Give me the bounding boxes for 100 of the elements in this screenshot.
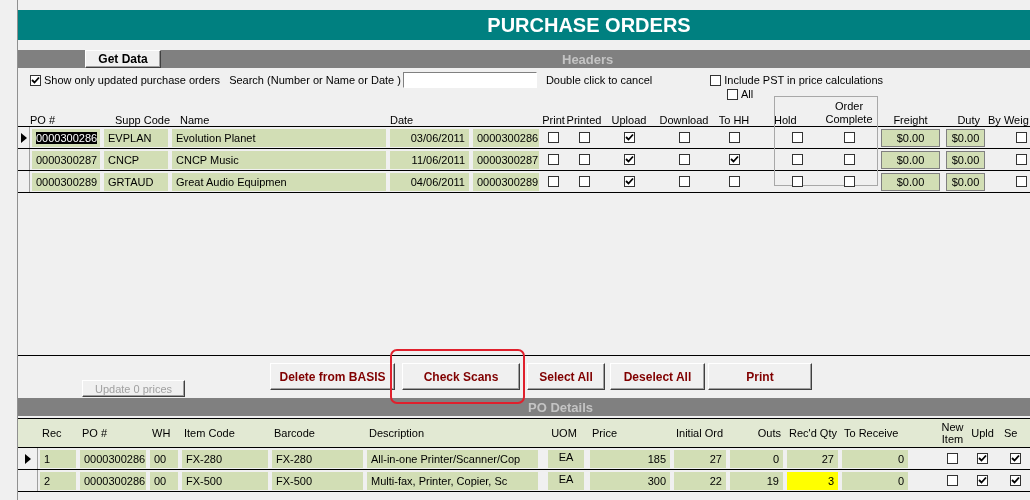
- checkbox[interactable]: [678, 132, 690, 143]
- checkbox[interactable]: [548, 132, 559, 143]
- checkbox[interactable]: [947, 453, 958, 464]
- checkbox[interactable]: [791, 154, 803, 165]
- checkbox[interactable]: [578, 154, 590, 165]
- get-data-button[interactable]: Get Data: [85, 50, 161, 68]
- column-header: UOM: [550, 427, 578, 439]
- column-header: Freight: [892, 114, 929, 127]
- checkbox[interactable]: [728, 154, 740, 165]
- table-cell: $0.00: [881, 172, 940, 191]
- checkbox[interactable]: [843, 132, 855, 143]
- checkbox[interactable]: [623, 154, 635, 165]
- table-cell: FX-500: [182, 471, 268, 490]
- search-label: Search (Number or Name or Date ): [229, 74, 401, 86]
- checkbox-label: All: [741, 88, 754, 100]
- checkbox[interactable]: [678, 176, 690, 187]
- table-cell: Multi-fax, Printer, Copier, Sc: [367, 471, 538, 490]
- checkbox[interactable]: [728, 132, 740, 143]
- checkbox[interactable]: [791, 176, 803, 187]
- column-header: Order Complete: [824, 100, 874, 127]
- table-cell: 0: [730, 449, 783, 468]
- checkbox[interactable]: [30, 74, 41, 86]
- table-cell: FX-280: [182, 449, 268, 468]
- column-header: Rec'd Qty: [788, 427, 838, 439]
- action-button[interactable]: Print: [708, 363, 812, 390]
- table-cell: 1: [40, 449, 76, 468]
- column-header: To Receive: [843, 427, 900, 439]
- table-cell: 0000300286: [473, 128, 539, 147]
- column-header: Initial Ord: [675, 427, 725, 439]
- checkbox[interactable]: [710, 74, 722, 86]
- table-cell: 04/06/2011: [390, 172, 469, 191]
- table-cell: EVPLAN: [104, 128, 168, 147]
- table-cell: 03/06/2011: [390, 128, 469, 147]
- column-header: Barcode: [273, 427, 316, 439]
- table-cell: 0000300286: [80, 471, 146, 490]
- section-title: Headers: [562, 51, 614, 67]
- table-cell: CNCP: [104, 150, 168, 169]
- checkbox[interactable]: [728, 176, 740, 187]
- table-cell: $0.00: [946, 172, 985, 191]
- checkbox[interactable]: [947, 475, 958, 486]
- table-cell: 0: [842, 449, 908, 468]
- checkbox[interactable]: [791, 132, 803, 143]
- checkbox[interactable]: [977, 453, 988, 464]
- checkbox[interactable]: [1016, 176, 1027, 187]
- table-cell: 00: [150, 449, 178, 468]
- action-button[interactable]: Delete from BASIS: [270, 363, 395, 390]
- table-cell: 0: [842, 471, 908, 490]
- checkbox[interactable]: [548, 154, 559, 165]
- column-header: Print: [541, 114, 566, 127]
- checkbox[interactable]: [1016, 132, 1027, 143]
- checkbox[interactable]: [727, 88, 738, 100]
- column-header: Upld: [970, 427, 995, 439]
- table-cell: CNCP Music: [172, 150, 386, 169]
- table-cell: 300: [590, 471, 670, 490]
- checkbox[interactable]: [1016, 154, 1027, 165]
- checkbox[interactable]: [843, 176, 855, 187]
- hint-text: Double click to cancel: [545, 74, 653, 86]
- table-cell: FX-500: [272, 471, 363, 490]
- column-header: Price: [591, 427, 619, 439]
- checkbox[interactable]: [578, 132, 590, 143]
- table-cell: $0.00: [881, 128, 940, 147]
- column-header: Date: [389, 114, 415, 127]
- action-button[interactable]: Deselect All: [610, 363, 705, 390]
- column-header: New Item: [940, 421, 965, 445]
- checkbox[interactable]: [623, 132, 635, 143]
- column-header: PO #: [81, 427, 109, 439]
- table-cell: EA: [548, 471, 584, 490]
- table-cell: 22: [674, 471, 726, 490]
- table-cell: GRTAUD: [104, 172, 168, 191]
- checkbox-label: Include PST in price calculations: [724, 74, 884, 86]
- checkbox[interactable]: [578, 176, 590, 187]
- checkbox[interactable]: [623, 176, 635, 187]
- table-cell: All-in-one Printer/Scanner/Cop: [367, 449, 538, 468]
- column-header: Item Code: [183, 427, 236, 439]
- table-cell: EA: [548, 449, 584, 468]
- search-field[interactable]: [402, 72, 537, 88]
- column-header: Rec: [41, 427, 63, 439]
- table-cell: 0000300286: [32, 128, 100, 147]
- column-header: Name: [179, 114, 211, 127]
- table-cell: 27: [787, 449, 838, 468]
- table-cell: 0000300287: [473, 150, 539, 169]
- checkbox[interactable]: [1009, 453, 1021, 464]
- checkbox[interactable]: [678, 154, 690, 165]
- table-cell: $0.00: [946, 128, 985, 147]
- action-button[interactable]: Check Scans: [402, 363, 520, 390]
- page-title: PURCHASE ORDERS: [18, 10, 1030, 40]
- table-cell: 3: [787, 471, 838, 490]
- table-cell: 185: [590, 449, 670, 468]
- action-button[interactable]: Select All: [527, 363, 605, 390]
- checkbox[interactable]: [843, 154, 855, 165]
- column-header: Supp Code: [114, 114, 170, 127]
- table-cell: $0.00: [881, 150, 940, 169]
- checkbox[interactable]: [1009, 475, 1021, 486]
- table-cell: 2: [40, 471, 76, 490]
- checkbox[interactable]: [977, 475, 988, 486]
- checkbox[interactable]: [548, 176, 559, 187]
- table-cell: 00: [150, 471, 178, 490]
- row-pointer-icon: [24, 453, 31, 464]
- column-header: Description: [368, 427, 426, 439]
- row-pointer-icon: [20, 132, 27, 143]
